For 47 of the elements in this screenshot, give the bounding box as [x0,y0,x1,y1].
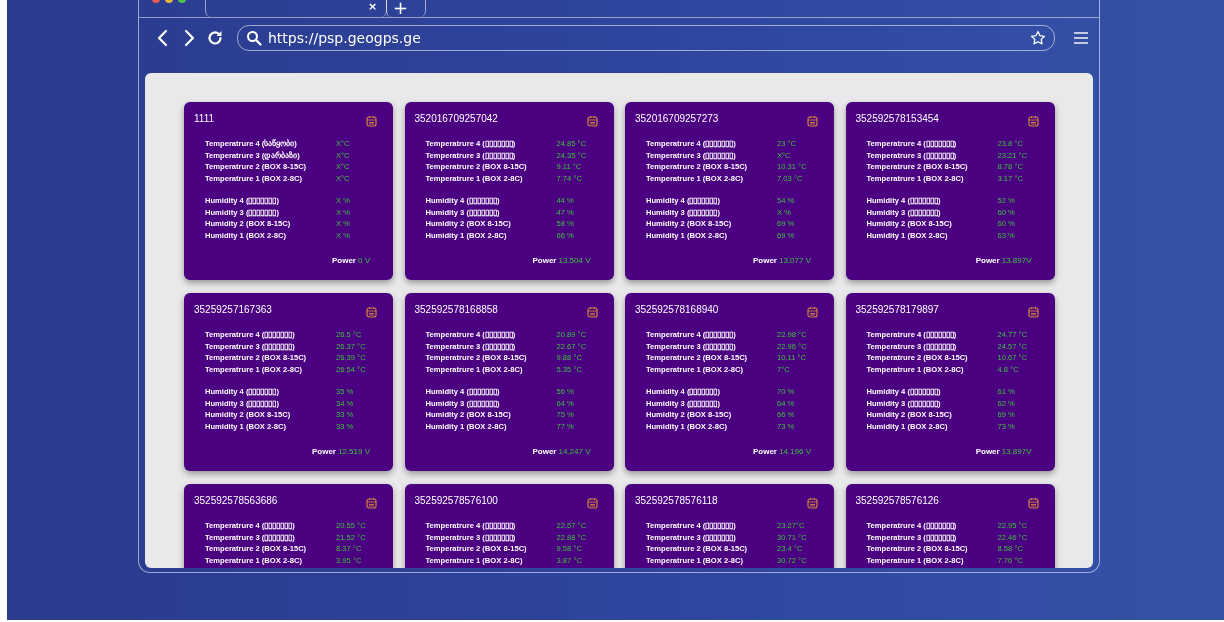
power-value: 12.519 V [337,447,370,456]
device-id: 352592578576100 [414,495,498,506]
device-id: 352592578563686 [194,495,278,506]
power-label: Power [975,447,1000,456]
device-id: 35259257167363 [194,304,272,315]
power-value: 13.077 V [778,256,811,265]
device-id: 352592578576126 [855,495,939,506]
calendar-icon[interactable] [1027,115,1039,127]
power-value: 14.247 V [558,447,591,456]
device-id: 352592578576118 [635,495,718,506]
star-icon[interactable] [1030,30,1046,46]
power-value: 14.196 V [778,447,811,456]
power-label: Power [532,256,557,265]
power-label: Power [752,447,777,456]
device-id: 352592578179897 [855,304,939,315]
device-id: 352592578168858 [414,304,498,315]
calendar-icon[interactable] [807,306,818,318]
calendar-icon[interactable] [807,115,818,127]
device-id: 352016709257042 [414,113,498,124]
calendar-icon[interactable] [1027,497,1039,509]
calendar-icon[interactable] [586,306,598,318]
device-id: 352592578153454 [855,113,939,124]
url-text: https://psp.geogps.ge [268,30,422,46]
power-label: Power [975,256,1000,265]
calendar-icon[interactable] [586,497,598,509]
calendar-icon[interactable] [366,115,377,127]
power-value: 13.897V [1001,447,1032,456]
power-label: Power [752,256,777,265]
device-id: 352592578168940 [635,304,719,315]
device-id: 1111 [194,113,215,124]
device-id: 352016709257273 [635,113,719,124]
power-value: 0 V [358,256,370,265]
address-bar[interactable]: https://psp.geogps.ge [237,25,1055,51]
calendar-icon[interactable] [366,306,377,318]
calendar-icon[interactable] [1027,306,1039,318]
calendar-icon[interactable] [807,497,818,509]
power-value: 13.504 V [558,256,591,265]
new-tab-button[interactable]: + [386,0,426,17]
power-label: Power [331,256,356,265]
power-value: 13.897V [1001,256,1032,265]
calendar-icon[interactable] [366,497,377,509]
power-label: Power [532,447,557,456]
tab-close-button[interactable]: × [368,1,378,12]
calendar-icon[interactable] [586,115,598,127]
reload-icon[interactable] [205,28,225,48]
power-label: Power [311,447,336,456]
search-icon [246,30,262,46]
